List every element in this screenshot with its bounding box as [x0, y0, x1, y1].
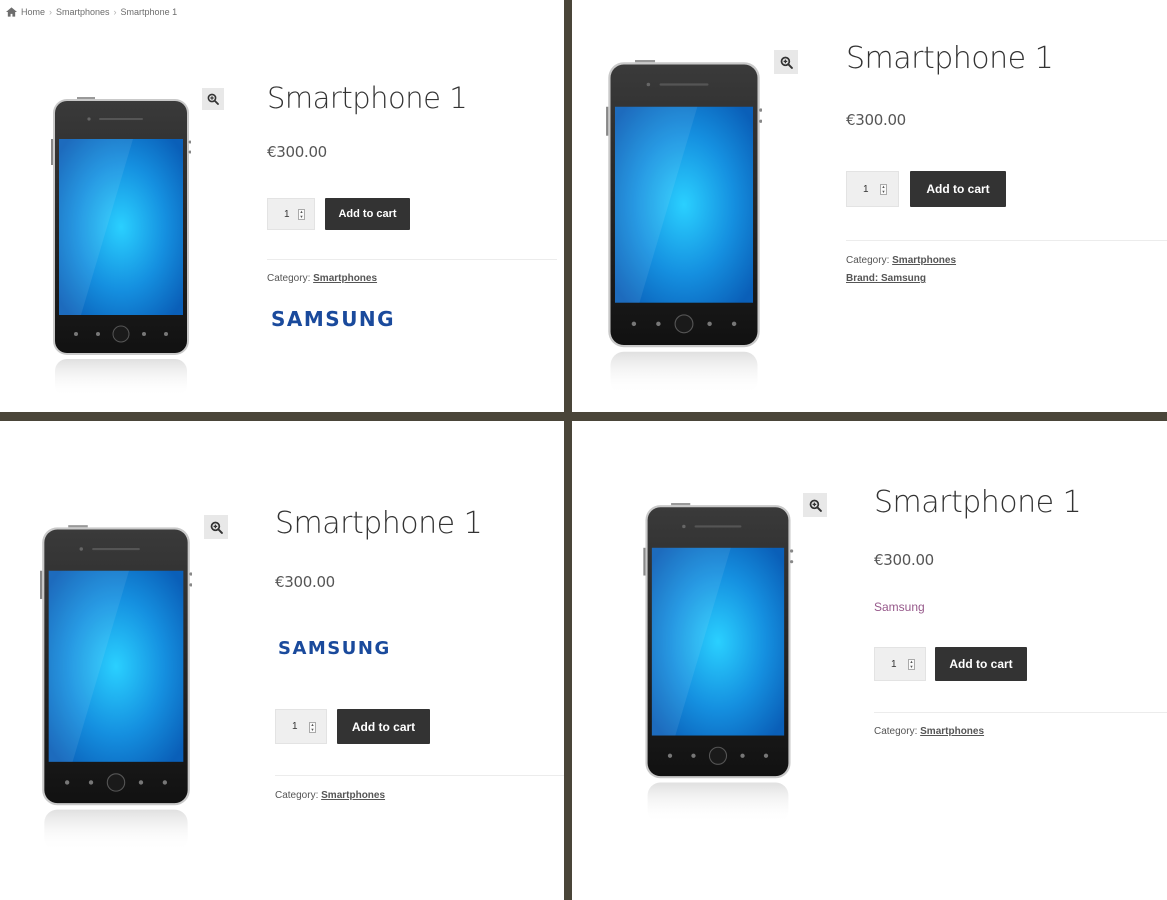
product-price: €300.00 [275, 573, 335, 591]
product-meta: Category: Smartphones [275, 790, 385, 801]
product-image[interactable] [606, 60, 762, 394]
category-label: Category: [846, 255, 890, 266]
category-label: Category: [874, 726, 918, 737]
add-to-cart-button[interactable]: Add to cart [325, 198, 410, 230]
quantity-stepper[interactable]: ▲ ▼ [880, 184, 887, 195]
quantity-stepper[interactable]: ▲ ▼ [309, 722, 316, 733]
zoom-icon[interactable] [204, 515, 228, 539]
quantity-value: 1 [891, 658, 897, 670]
breadcrumb-home-link[interactable]: Home [21, 7, 45, 17]
breadcrumb-separator-icon: › [113, 7, 117, 17]
divider [874, 712, 1167, 713]
zoom-icon[interactable] [202, 88, 224, 110]
product-meta: Category: Smartphones [874, 726, 984, 737]
product-title: Smartphone 1 [846, 41, 1054, 76]
category-link[interactable]: Smartphones [321, 790, 385, 801]
quantity-input[interactable]: 1 ▲ ▼ [846, 171, 899, 207]
product-price: €300.00 [846, 111, 906, 129]
zoom-icon[interactable] [803, 493, 827, 517]
breadcrumb-category-link[interactable]: Smartphones [56, 7, 110, 17]
breadcrumb-separator-icon: › [49, 7, 53, 17]
product-title: Smartphone 1 [874, 485, 1082, 520]
home-icon [6, 7, 17, 17]
zoom-icon[interactable] [774, 50, 798, 74]
product-price: €300.00 [267, 143, 327, 161]
quantity-stepper[interactable]: ▲ ▼ [298, 209, 305, 220]
quantity-stepper[interactable]: ▲ ▼ [908, 659, 915, 670]
product-title: Smartphone 1 [267, 81, 468, 115]
product-meta: Category: Smartphones [846, 255, 956, 266]
quantity-input[interactable]: 1 ▲ ▼ [275, 709, 327, 744]
product-meta: Category: Smartphones [267, 273, 377, 284]
quantity-input[interactable]: 1 ▲ ▼ [267, 198, 315, 230]
quantity-value: 1 [284, 208, 290, 220]
product-image[interactable] [40, 523, 192, 853]
brand-logo[interactable]: SAMSUNG [278, 638, 391, 659]
divider [267, 259, 557, 260]
quantity-value: 1 [863, 183, 869, 195]
product-panel-1: Home › Smartphones › Smartphone 1 Smartp… [0, 0, 564, 412]
product-image[interactable] [51, 97, 191, 397]
brand-logo[interactable]: SAMSUNG [271, 307, 395, 331]
quantity-value: 1 [292, 721, 298, 732]
breadcrumb-current: Smartphone 1 [120, 7, 178, 17]
category-link[interactable]: Smartphones [313, 273, 377, 284]
breadcrumb: Home › Smartphones › Smartphone 1 [6, 7, 177, 17]
product-panel-3: Smartphone 1 €300.00 SAMSUNG 1 ▲ ▼ Add to… [0, 421, 564, 900]
add-to-cart-button[interactable]: Add to cart [935, 647, 1027, 681]
brand-link[interactable]: Brand: Samsung [846, 273, 926, 284]
add-to-cart-button[interactable]: Add to cart [910, 171, 1006, 207]
product-title: Smartphone 1 [275, 506, 483, 541]
product-panel-4: Smartphone 1 €300.00 Samsung 1 ▲ ▼ Add to… [572, 421, 1167, 900]
brand-link[interactable]: Samsung [874, 600, 925, 614]
product-price: €300.00 [874, 551, 934, 569]
category-link[interactable]: Smartphones [920, 726, 984, 737]
product-panel-2: Smartphone 1 €300.00 1 ▲ ▼ Add to cart Ca… [572, 0, 1167, 412]
category-label: Category: [267, 273, 311, 284]
quantity-input[interactable]: 1 ▲ ▼ [874, 647, 926, 681]
add-to-cart-button[interactable]: Add to cart [337, 709, 430, 744]
divider [275, 775, 564, 776]
category-label: Category: [275, 790, 319, 801]
category-link[interactable]: Smartphones [892, 255, 956, 266]
product-image[interactable] [642, 503, 794, 823]
divider [846, 240, 1167, 241]
